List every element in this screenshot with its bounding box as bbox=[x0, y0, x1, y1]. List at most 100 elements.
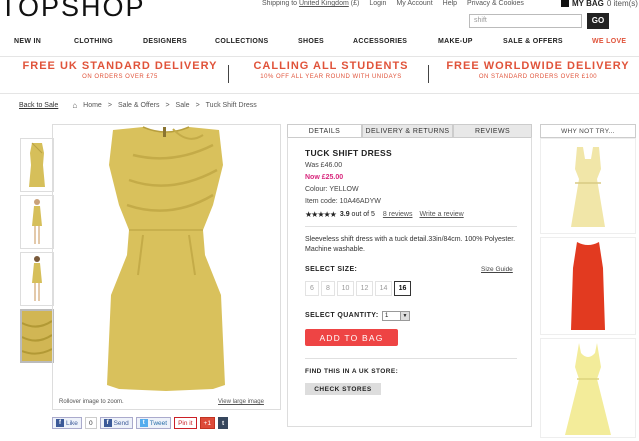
search-go-button[interactable]: GO bbox=[587, 13, 609, 29]
main-product-image[interactable] bbox=[52, 124, 281, 410]
facebook-like-button[interactable]: f Like bbox=[52, 417, 82, 429]
promo-title: CALLING ALL STUDENTS bbox=[253, 60, 409, 72]
red-dress-image bbox=[571, 242, 605, 330]
quantity-value: 1 bbox=[385, 313, 389, 319]
rating-text: 3.9 out of 5 bbox=[339, 211, 375, 218]
promo-worldwide-delivery[interactable]: FREE WORLDWIDE DELIVERY ON STANDARD ORDE… bbox=[438, 60, 638, 90]
promo-divider-line bbox=[0, 93, 639, 94]
dress-image bbox=[107, 126, 225, 391]
tweet-button[interactable]: t Tweet bbox=[135, 417, 172, 429]
tumblr-button[interactable]: t bbox=[217, 417, 229, 429]
top-links: Shipping to United Kingdom (£) Login My … bbox=[262, 0, 524, 7]
suggestion-item[interactable] bbox=[540, 138, 636, 234]
rating: ★★★★★ 3.9 out of 5 8 reviews Write a rev… bbox=[305, 210, 464, 219]
size-option[interactable]: 8 bbox=[321, 281, 335, 296]
suggestion-item[interactable] bbox=[540, 338, 636, 438]
nav-clothing[interactable]: CLOTHING bbox=[74, 38, 113, 45]
nav-accessories[interactable]: ACCESSORIES bbox=[353, 38, 407, 45]
nav-make-up[interactable]: MAKE-UP bbox=[438, 38, 473, 45]
brand-logo[interactable]: TOPSHOP bbox=[0, 0, 146, 23]
product-description: Sleeveless shift dress with a tuck detai… bbox=[305, 236, 516, 253]
product-colour: Colour: YELLOW bbox=[305, 186, 359, 193]
now-price: Now £25.00 bbox=[305, 174, 344, 181]
bag-icon bbox=[561, 0, 569, 7]
home-icon: ⌂ bbox=[72, 101, 78, 110]
view-large-image-link[interactable]: View large image bbox=[218, 399, 264, 405]
back-to-sale-link[interactable]: Back to Sale bbox=[19, 102, 58, 109]
nav-collections[interactable]: COLLECTIONS bbox=[215, 38, 268, 45]
nav-we-love[interactable]: WE LOVE bbox=[592, 38, 626, 45]
promo-divider bbox=[228, 65, 229, 83]
thumbnail-model-back[interactable] bbox=[20, 252, 54, 306]
country-link[interactable]: United Kingdom bbox=[299, 0, 349, 7]
promo-divider bbox=[428, 65, 429, 83]
why-not-try-header: WHY NOT TRY... bbox=[540, 124, 636, 138]
breadcrumb: Back to Sale ⌂ Home > Sale & Offers > Sa… bbox=[19, 101, 257, 110]
my-account-link[interactable]: My Account bbox=[396, 0, 432, 7]
facebook-send-button[interactable]: f Send bbox=[99, 417, 133, 429]
main-nav: NEW IN CLOTHING DESIGNERS COLLECTIONS SH… bbox=[0, 38, 639, 52]
dress-thumbnail-image bbox=[29, 142, 45, 187]
promo-title: FREE UK STANDARD DELIVERY bbox=[22, 60, 218, 72]
product-tabs: DETAILS DELIVERY & RETURNS REVIEWS bbox=[287, 124, 532, 138]
size-option[interactable]: 14 bbox=[375, 281, 392, 296]
thumbnail-detail[interactable] bbox=[20, 309, 54, 363]
suggestion-item[interactable] bbox=[540, 237, 636, 335]
cream-dress-image bbox=[571, 147, 605, 227]
shipping-text: Shipping to United Kingdom (£) bbox=[262, 0, 360, 7]
thumbnail-model-front[interactable] bbox=[20, 195, 54, 249]
breadcrumb-home[interactable]: Home bbox=[83, 102, 102, 109]
divider bbox=[305, 226, 517, 227]
twitter-icon: t bbox=[139, 419, 148, 427]
breadcrumb-sep: > bbox=[165, 102, 170, 109]
thumbnail-front[interactable] bbox=[20, 138, 54, 192]
size-option-selected[interactable]: 16 bbox=[394, 281, 411, 296]
bag-count: 0 item(s) bbox=[606, 0, 638, 8]
nav-new-in[interactable]: NEW IN bbox=[14, 38, 41, 45]
size-option[interactable]: 6 bbox=[305, 281, 319, 296]
facebook-icon: f bbox=[103, 419, 112, 427]
tab-delivery-returns[interactable]: DELIVERY & RETURNS bbox=[362, 124, 453, 138]
promo-students[interactable]: CALLING ALL STUDENTS 10% OFF ALL YEAR RO… bbox=[236, 60, 426, 90]
model-back-thumbnail-image bbox=[32, 256, 42, 301]
login-link[interactable]: Login bbox=[369, 0, 386, 7]
write-review-link[interactable]: Write a review bbox=[419, 211, 463, 218]
breadcrumb-sale[interactable]: Sale bbox=[176, 102, 190, 109]
item-code: Item code: 10A46ADYW bbox=[305, 198, 381, 205]
select-size-label: SELECT SIZE: bbox=[305, 266, 358, 273]
divider bbox=[305, 358, 517, 359]
bag-label: MY BAG bbox=[572, 0, 604, 8]
reviews-link[interactable]: 8 reviews bbox=[383, 211, 413, 218]
help-link[interactable]: Help bbox=[443, 0, 457, 7]
promo-subtitle: ON ORDERS OVER £75 bbox=[82, 74, 158, 80]
was-price: Was £46.00 bbox=[305, 162, 343, 169]
nav-shoes[interactable]: SHOES bbox=[298, 38, 324, 45]
privacy-link[interactable]: Privacy & Cookies bbox=[467, 0, 524, 7]
my-bag[interactable]: MY BAG 0 item(s) bbox=[561, 0, 638, 8]
search-input[interactable]: shift bbox=[469, 14, 582, 28]
lemon-dress-image bbox=[565, 343, 611, 435]
promo-uk-delivery[interactable]: FREE UK STANDARD DELIVERY ON ORDERS OVER… bbox=[20, 60, 220, 90]
size-option[interactable]: 10 bbox=[337, 281, 354, 296]
facebook-icon: f bbox=[56, 419, 64, 427]
tab-reviews[interactable]: REVIEWS bbox=[453, 124, 532, 138]
nav-sale-offers[interactable]: SALE & OFFERS bbox=[503, 38, 563, 45]
promo-subtitle: 10% OFF ALL YEAR ROUND WITH UNIDAYS bbox=[260, 74, 402, 80]
breadcrumb-sale-offers[interactable]: Sale & Offers bbox=[118, 102, 160, 109]
nav-divider bbox=[0, 56, 639, 57]
check-stores-button[interactable]: CHECK STORES bbox=[305, 383, 381, 395]
nav-designers[interactable]: DESIGNERS bbox=[143, 38, 187, 45]
size-guide-link[interactable]: Size Guide bbox=[481, 266, 513, 273]
size-option[interactable]: 12 bbox=[356, 281, 373, 296]
promo-subtitle: ON STANDARD ORDERS OVER £100 bbox=[478, 74, 598, 80]
social-bar: f Like 0 f Send t Tweet Pin it +1 t bbox=[52, 417, 229, 429]
add-to-bag-button[interactable]: ADD TO BAG bbox=[305, 329, 398, 346]
breadcrumb-sep: > bbox=[195, 102, 200, 109]
google-plus-button[interactable]: +1 bbox=[199, 417, 215, 429]
find-store-label: FIND THIS IN A UK STORE: bbox=[305, 368, 399, 375]
pin-it-button[interactable]: Pin it bbox=[174, 417, 197, 429]
product-title: TUCK SHIFT DRESS bbox=[305, 148, 392, 158]
tab-details[interactable]: DETAILS bbox=[287, 124, 362, 138]
chevron-down-icon: ▼ bbox=[400, 312, 409, 320]
quantity-select[interactable]: 1 ▼ bbox=[382, 311, 410, 321]
